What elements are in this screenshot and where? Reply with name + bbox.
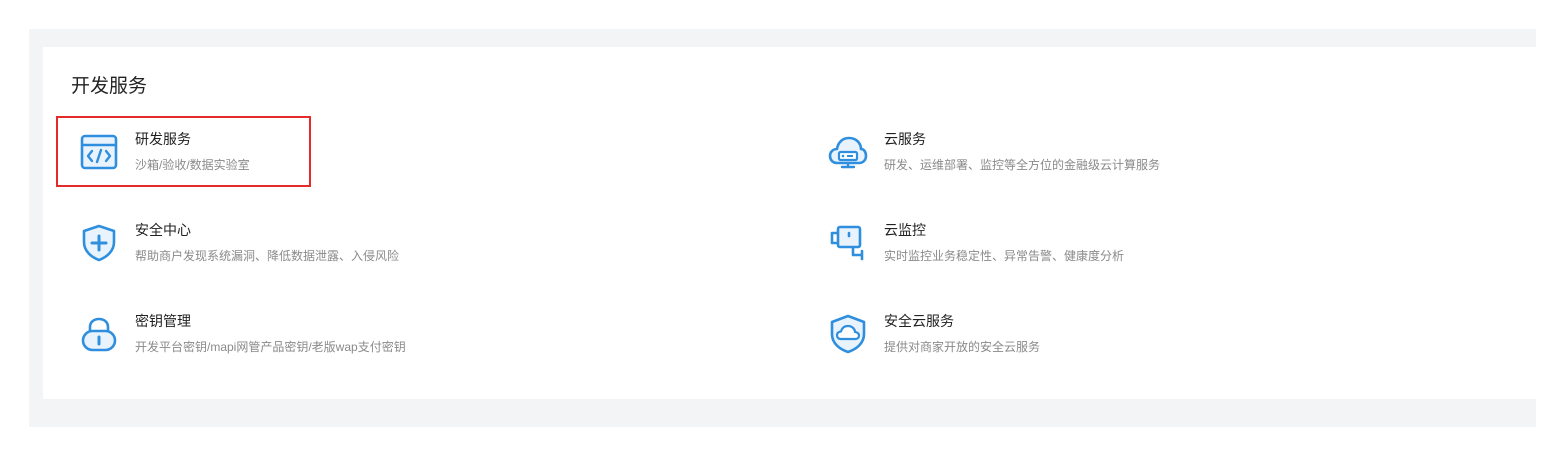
- service-desc: 帮助商户发现系统漏洞、降低数据泄露、入侵风险: [135, 249, 400, 263]
- section-title: 开发服务: [71, 76, 148, 97]
- service-item-cloud[interactable]: 云服务 研发、运维部署、监控等全方位的金融级云计算服务: [828, 128, 1248, 184]
- lock-icon: [79, 314, 119, 354]
- service-desc: 开发平台密钥/mapi网管产品密钥/老版wap支付密钥: [135, 340, 406, 354]
- dev-services-card: 开发服务 研发服务 沙箱/验收/数据实验室 安全中心 帮助商户发现系统漏洞、降低…: [43, 47, 1536, 399]
- service-desc: 沙箱/验收/数据实验室: [135, 158, 250, 172]
- shield-cloud-icon: [828, 314, 868, 354]
- service-item-security-center[interactable]: 安全中心 帮助商户发现系统漏洞、降低数据泄露、入侵风险: [79, 219, 499, 275]
- service-name: 密钥管理: [135, 313, 191, 329]
- page-container: 开发服务 研发服务 沙箱/验收/数据实验室 安全中心 帮助商户发现系统漏洞、降低…: [29, 29, 1536, 427]
- service-desc: 实时监控业务稳定性、异常告警、健康度分析: [884, 249, 1125, 263]
- service-name: 云监控: [884, 222, 926, 238]
- service-name: 研发服务: [135, 131, 191, 147]
- service-desc: 研发、运维部署、监控等全方位的金融级云计算服务: [884, 158, 1161, 172]
- service-item-secure-cloud[interactable]: 安全云服务 提供对商家开放的安全云服务: [828, 310, 1248, 366]
- service-name: 安全中心: [135, 222, 191, 238]
- service-item-rd[interactable]: 研发服务 沙箱/验收/数据实验室: [79, 128, 339, 184]
- service-item-key-management[interactable]: 密钥管理 开发平台密钥/mapi网管产品密钥/老版wap支付密钥: [79, 310, 499, 366]
- service-name: 安全云服务: [884, 313, 954, 329]
- service-desc: 提供对商家开放的安全云服务: [884, 340, 1041, 354]
- camera-monitor-icon: [828, 223, 868, 263]
- shield-plus-icon: [79, 223, 119, 263]
- code-window-icon: [79, 132, 119, 172]
- service-name: 云服务: [884, 131, 926, 147]
- service-item-cloud-monitor[interactable]: 云监控 实时监控业务稳定性、异常告警、健康度分析: [828, 219, 1248, 275]
- cloud-server-icon: [828, 132, 868, 172]
